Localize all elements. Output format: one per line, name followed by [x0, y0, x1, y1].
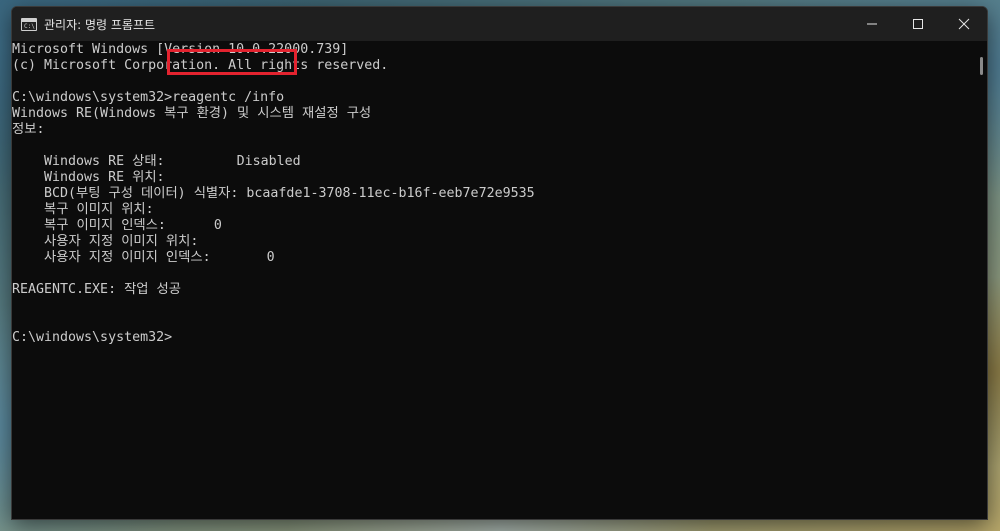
cmd-app-icon-glyph: C:\: [24, 22, 35, 30]
cmd-app-icon: C:\: [21, 17, 37, 31]
console-line: 정보:: [12, 122, 45, 137]
window-controls: [849, 7, 987, 41]
console-line: 복구 이미지 위치:: [12, 202, 154, 217]
console-line: Windows RE 위치:: [12, 170, 165, 185]
command-prompt-window: C:\ 관리자: 명령 프롬프트 Microsoft Windows [Vers…: [11, 6, 988, 520]
scrollbar-thumb[interactable]: [980, 57, 983, 75]
console-prompt-line: C:\windows\system32>: [12, 330, 173, 345]
minimize-icon: [867, 23, 877, 25]
console-line: REAGENTC.EXE: 작업 성공: [12, 282, 182, 297]
console-line: 복구 이미지 인덱스: 0: [12, 218, 222, 233]
console-command-line: C:\windows\system32>reagentc /info: [12, 90, 285, 105]
console-line: BCD(부팅 구성 데이터) 식별자: bcaafde1-3708-11ec-b…: [12, 186, 535, 201]
window-title: 관리자: 명령 프롬프트: [44, 17, 156, 32]
close-button[interactable]: [941, 7, 987, 41]
close-icon: [958, 18, 970, 30]
maximize-icon: [913, 19, 923, 29]
title-bar[interactable]: C:\ 관리자: 명령 프롬프트: [12, 7, 987, 41]
console-line: 사용자 지정 이미지 위치:: [12, 234, 199, 249]
command-highlight-box: [167, 49, 297, 75]
vertical-scrollbar[interactable]: [973, 41, 987, 519]
minimize-button[interactable]: [849, 7, 895, 41]
console-output[interactable]: Microsoft Windows [Version 10.0.22000.73…: [12, 41, 973, 519]
maximize-button[interactable]: [895, 7, 941, 41]
console-line: Windows RE 상태: Disabled: [12, 154, 301, 169]
console-line: Windows RE(Windows 복구 환경) 및 시스템 재설정 구성: [12, 106, 372, 121]
console-line: 사용자 지정 이미지 인덱스: 0: [12, 250, 275, 265]
